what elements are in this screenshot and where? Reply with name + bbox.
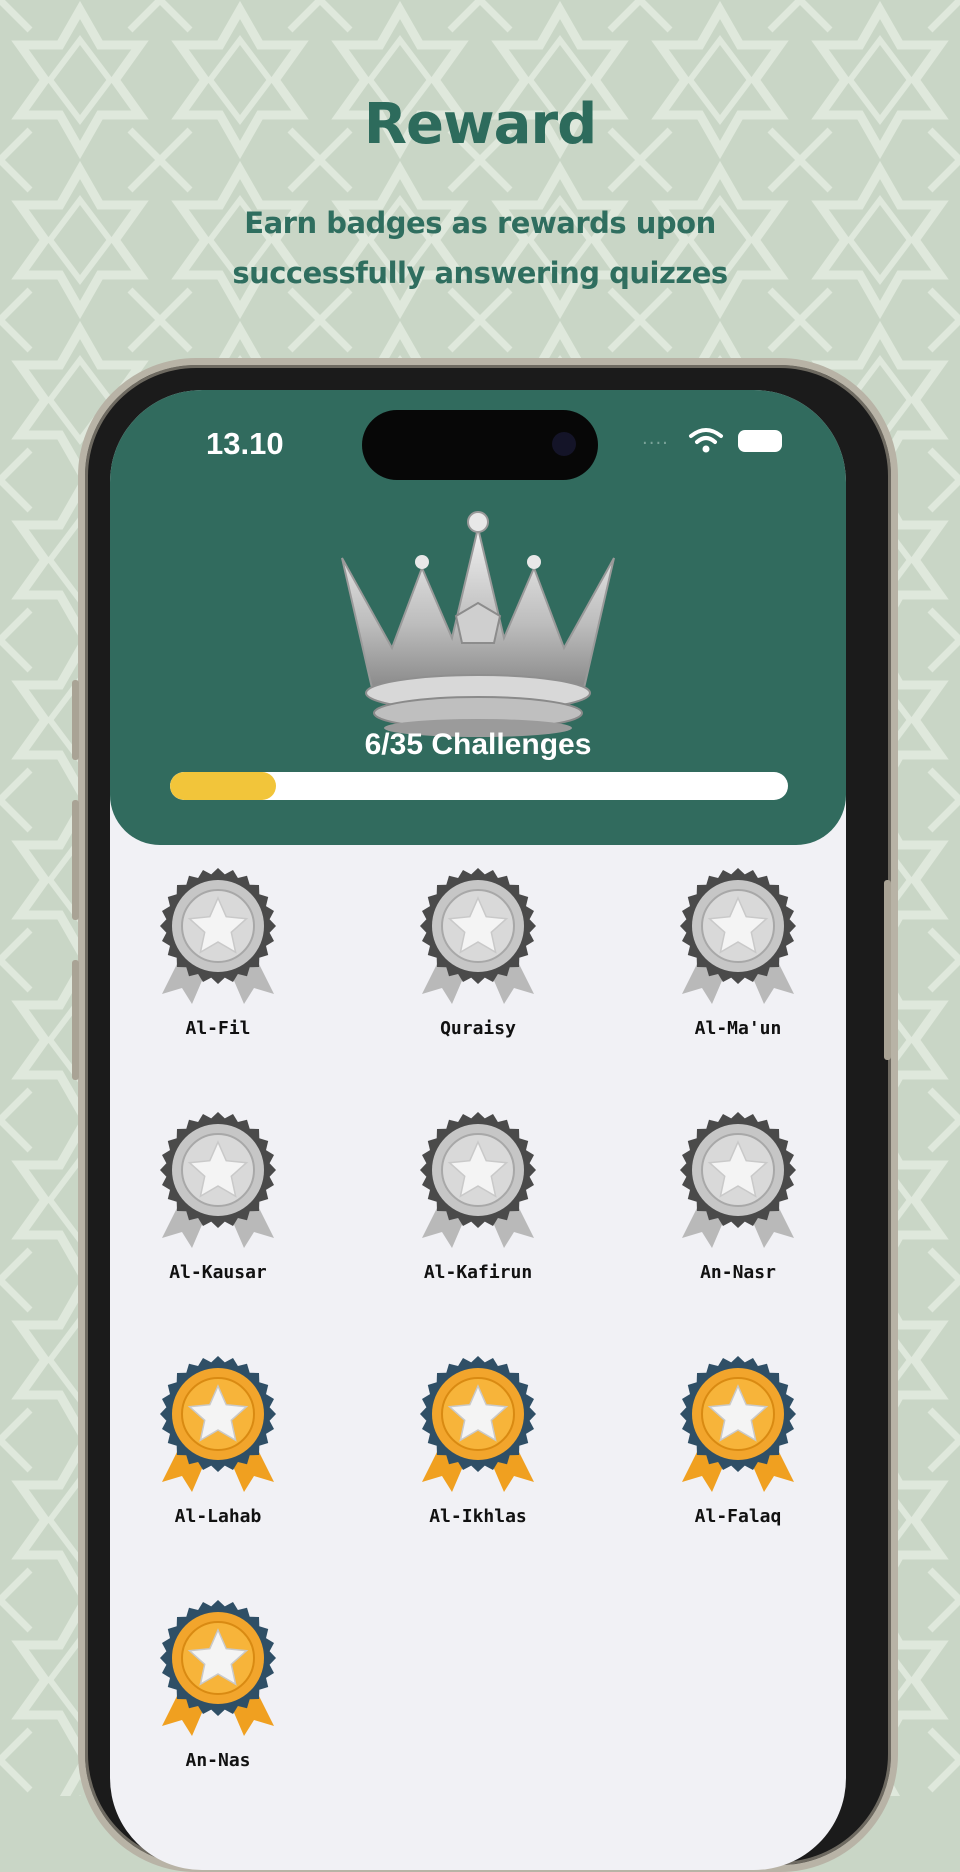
- silver-medal-icon: [420, 868, 536, 1004]
- badge-label: Al-Falaq: [694, 1506, 782, 1527]
- silver-medal-icon: [160, 1112, 276, 1248]
- mute-switch: [72, 960, 79, 1080]
- power-button: [884, 880, 891, 1060]
- badge-item[interactable]: Al-Ma'un: [638, 866, 838, 1039]
- badge-item[interactable]: An-Nasr: [638, 1110, 838, 1283]
- badge-item[interactable]: Quraisy: [378, 866, 578, 1039]
- badge-item[interactable]: Al-Fil: [118, 866, 318, 1039]
- gold-medal-icon: [160, 1356, 276, 1492]
- silver-medal-icon: [680, 1112, 796, 1248]
- status-time: 13.10: [206, 426, 284, 461]
- challenges-progress-bar: [170, 772, 788, 800]
- badge-item[interactable]: An-Nas: [118, 1598, 318, 1771]
- promo-subtitle: Earn badges as rewards upon successfully…: [232, 206, 728, 290]
- badge-label: Al-Fil: [185, 1018, 251, 1039]
- badge-label: Al-Kausar: [169, 1262, 267, 1283]
- silver-medal-icon: [420, 1112, 536, 1248]
- rewards-header: 13.10 .... 6/35 Challenges: [110, 390, 846, 845]
- wifi-icon: [689, 428, 723, 453]
- phone-screen: 13.10 .... 6/35 Challenges Al-Fil Qurais…: [110, 390, 846, 1870]
- badge-label: Al-Kafirun: [423, 1262, 533, 1283]
- badge-label: Quraisy: [440, 1018, 516, 1039]
- badge-label: An-Nasr: [700, 1262, 776, 1283]
- volume-up-button: [72, 680, 79, 760]
- promo-title: Reward: [363, 92, 597, 157]
- badge-item[interactable]: Al-Kafirun: [378, 1110, 578, 1283]
- badge-label: Al-Lahab: [174, 1506, 262, 1527]
- badge-label: Al-Ma'un: [694, 1018, 782, 1039]
- front-camera: [552, 432, 576, 456]
- badge-item[interactable]: Al-Kausar: [118, 1110, 318, 1283]
- dynamic-island: [362, 410, 598, 480]
- battery-icon: [738, 430, 782, 452]
- progress-fill: [170, 772, 276, 800]
- crown-icon: [341, 511, 615, 737]
- gold-medal-icon: [420, 1356, 536, 1492]
- gold-medal-icon: [680, 1356, 796, 1492]
- silver-medal-icon: [160, 868, 276, 1004]
- silver-medal-icon: [680, 868, 796, 1004]
- signal-icon: ....: [642, 428, 669, 449]
- gold-medal-icon: [160, 1600, 276, 1736]
- badge-item[interactable]: Al-Falaq: [638, 1354, 838, 1527]
- badge-item[interactable]: Al-Lahab: [118, 1354, 318, 1527]
- challenges-count: 6/35 Challenges: [364, 728, 592, 761]
- badge-label: An-Nas: [185, 1750, 251, 1771]
- volume-down-button: [72, 800, 79, 920]
- badge-label: Al-Ikhlas: [429, 1506, 527, 1527]
- badge-item[interactable]: Al-Ikhlas: [378, 1354, 578, 1527]
